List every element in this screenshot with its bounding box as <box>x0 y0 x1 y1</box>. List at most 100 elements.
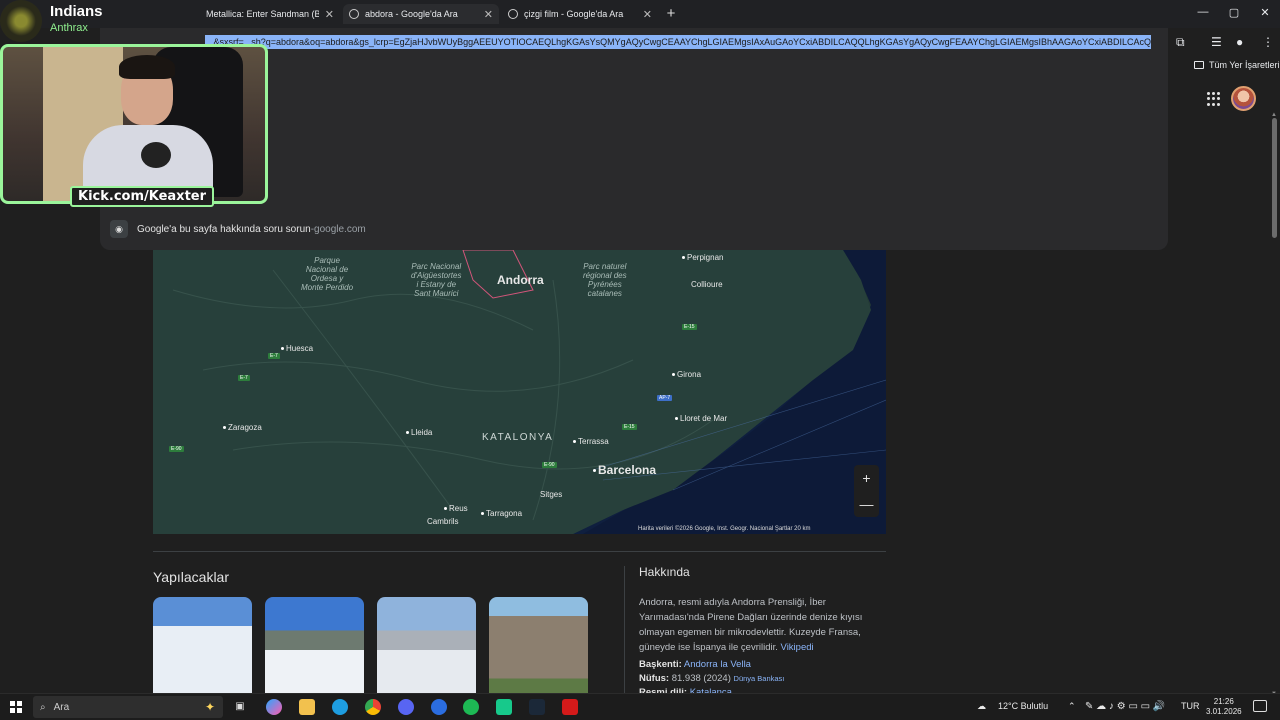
map-label-park-aiguestortes: Parc Nacional d'Aigüestortes i Estany de… <box>411 262 462 298</box>
chrome-icon[interactable] <box>365 699 381 715</box>
map-label-cambrils: Cambrils <box>427 517 459 526</box>
address-bar-url[interactable]: ...&sxsrf=...sh?q=abdora&oq=abdora&gs_lc… <box>205 35 1151 49</box>
things-to-do-card[interactable] <box>377 597 476 693</box>
things-to-do-card[interactable] <box>489 597 588 693</box>
map-label-terrassa: Terrassa <box>573 437 609 446</box>
road-shield: AP-7 <box>657 395 673 401</box>
map-label-barcelona: Barcelona <box>593 463 656 477</box>
section-divider <box>153 551 886 552</box>
road-shield: E-15 <box>622 424 637 430</box>
app-icon[interactable] <box>562 699 578 715</box>
map-label-reus: Reus <box>444 504 468 513</box>
tab-title: abdora - Google'da Ara <box>365 9 458 19</box>
map-label-tarragona: Tarragona <box>481 509 522 518</box>
map-label-park-ordesa: Parque Nacional de Ordesa y Monte Perdid… <box>301 256 354 292</box>
map-label-huesca: Huesca <box>281 344 313 353</box>
browser-tab-bar: Metallica: Enter Sandman (Black... ✕ abd… <box>0 0 1280 28</box>
windows-start-icon[interactable] <box>10 701 22 713</box>
scrollbar[interactable]: ▲ ▼ <box>1270 112 1278 697</box>
map-label-lleida: Lleida <box>406 428 432 437</box>
column-divider <box>624 566 625 693</box>
now-playing-title: Indians <box>50 3 103 20</box>
menu-icon[interactable]: ⋮ <box>1262 35 1274 49</box>
new-tab-button[interactable]: + <box>662 5 680 23</box>
about-title: Hakkında <box>639 565 690 579</box>
things-to-do-card[interactable] <box>265 597 364 693</box>
tab-cizgi-film[interactable]: çizgi film - Google'da Ara ✕ <box>502 4 658 24</box>
app-icon[interactable] <box>496 699 512 715</box>
edge-icon[interactable] <box>332 699 348 715</box>
fact-label: Başkenti: <box>639 659 682 670</box>
scrollbar-thumb[interactable] <box>1272 118 1277 238</box>
close-icon[interactable]: ✕ <box>643 8 652 21</box>
map-label-andorra: Andorra <box>497 273 544 287</box>
capital-link[interactable]: Andorra la Vella <box>684 659 751 670</box>
search-icon: ⌕ <box>40 701 46 713</box>
tab-abdora[interactable]: abdora - Google'da Ara ✕ <box>343 4 499 24</box>
close-icon[interactable]: ✕ <box>484 8 493 21</box>
task-view-icon[interactable]: ▣ <box>232 699 248 715</box>
zoom-out-button[interactable]: — <box>854 491 879 517</box>
notification-icon[interactable] <box>1253 700 1267 712</box>
google-icon <box>349 9 359 19</box>
file-explorer-icon[interactable] <box>299 699 315 715</box>
profile-icon[interactable]: ● <box>1236 35 1243 49</box>
road-shield: E-7 <box>238 375 250 381</box>
windows-taskbar: ⌕ Ara ✦ ▣ ☁ 12°C Bulutlu ⌃ ✎ ☁ ♪ ⚙ ▭ ▭ 🔊… <box>0 693 1280 720</box>
copilot-icon[interactable] <box>266 699 282 715</box>
lens-icon: ◉ <box>110 220 128 238</box>
things-to-do-card[interactable] <box>153 597 252 693</box>
map-label-park-pyrenees: Parc naturel régional des Pyrénées catal… <box>583 262 627 298</box>
map-label-sitges: Sitges <box>540 490 563 499</box>
road-shield: E-7 <box>268 353 280 359</box>
about-description: Andorra, resmi adıyla Andorra Prensliği,… <box>639 595 869 655</box>
wikipedia-link[interactable]: Vikipedi <box>781 642 814 653</box>
map-label-perpignan: Perpignan <box>682 253 723 262</box>
road-shield: E-90 <box>542 462 557 468</box>
google-apps-icon[interactable] <box>1207 92 1221 106</box>
discord-icon[interactable] <box>398 699 414 715</box>
map-zoom-control: + — <box>854 465 879 517</box>
account-avatar[interactable] <box>1231 86 1256 111</box>
minimize-button[interactable]: — <box>1195 6 1211 18</box>
music-album-art <box>0 0 42 42</box>
tab-search-icon[interactable]: ☰ <box>1211 35 1222 49</box>
map[interactable]: Andorra Perpignan Collioure Huesca Giron… <box>153 250 886 534</box>
clock-date: 3.01.2026 <box>1206 707 1242 716</box>
clock-time: 21:26 <box>1213 697 1234 706</box>
close-icon[interactable]: ✕ <box>325 8 334 21</box>
map-label-katalonya: KATALONYA <box>482 432 554 443</box>
extensions-icon[interactable]: ⧉ <box>1176 35 1185 50</box>
now-playing-artist: Anthrax <box>50 22 88 34</box>
weather-text[interactable]: 12°C Bulutlu <box>998 701 1048 711</box>
folder-icon <box>1194 61 1204 69</box>
webcam-overlay <box>0 44 268 204</box>
fact-value: 81.938 (2024) <box>671 673 731 684</box>
fact-population: Nüfus: 81.938 (2024) Dünya Bankası <box>639 673 869 684</box>
spotify-icon[interactable] <box>463 699 479 715</box>
maximize-button[interactable]: ▢ <box>1226 6 1242 19</box>
close-window-button[interactable]: ✕ <box>1257 6 1273 19</box>
map-terrain <box>153 250 886 534</box>
omnibox-suggestion[interactable]: ◉ Google'a bu sayfa hakkında soru sorun … <box>110 220 366 238</box>
app-icon[interactable] <box>431 699 447 715</box>
taskbar-clock[interactable]: 21:26 3.01.2026 <box>1206 697 1242 717</box>
road-shield: E-90 <box>169 446 184 452</box>
all-bookmarks[interactable]: Tüm Yer İşaretleri <box>1194 60 1280 70</box>
map-credit: Harita verileri ©2026 Google, Inst. Geog… <box>638 526 811 532</box>
tab-metallica[interactable]: Metallica: Enter Sandman (Black... ✕ <box>200 4 340 24</box>
map-label-lloret: Lloret de Mar <box>675 414 727 423</box>
map-label-girona: Girona <box>672 370 701 379</box>
tray-chevron-icon[interactable]: ⌃ <box>1068 701 1076 712</box>
zoom-in-button[interactable]: + <box>854 465 879 491</box>
bookmarks-label: Tüm Yer İşaretleri <box>1209 60 1280 70</box>
taskbar-search[interactable]: ⌕ Ara ✦ <box>33 696 223 718</box>
suggestion-domain: google.com <box>314 223 366 235</box>
stream-channel-label: Kick.com/Keaxter <box>70 186 215 207</box>
sparkle-icon: ✦ <box>204 700 215 714</box>
tray-icons[interactable]: ✎ ☁ ♪ ⚙ ▭ ▭ 🔊 <box>1085 701 1165 712</box>
language-indicator[interactable]: TUR <box>1181 701 1200 711</box>
weather-icon[interactable]: ☁ <box>977 701 986 712</box>
steam-icon[interactable] <box>529 699 545 715</box>
population-source-link[interactable]: Dünya Bankası <box>734 674 785 683</box>
